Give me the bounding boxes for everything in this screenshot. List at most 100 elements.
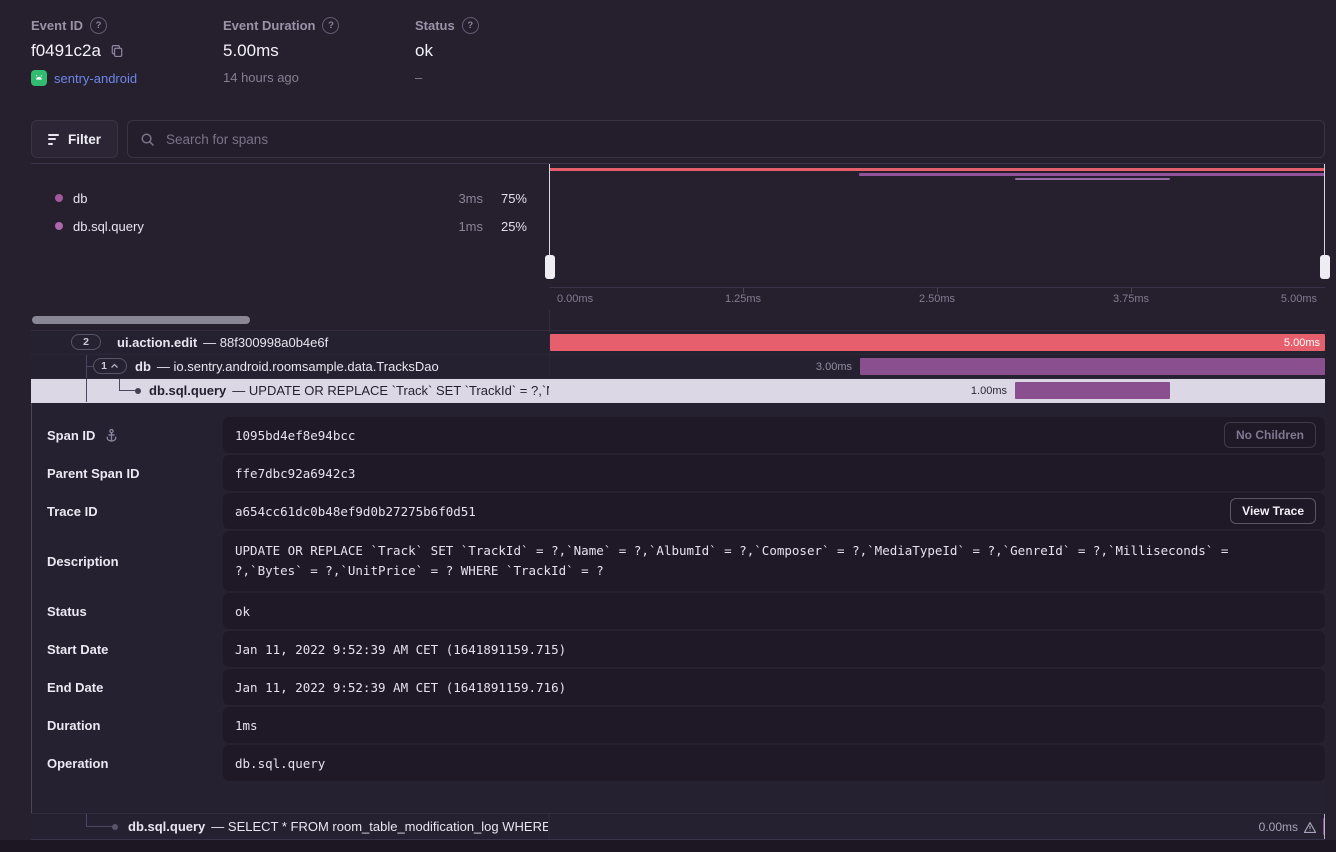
tree-guide-line	[86, 379, 87, 402]
parent-span-id-value: ffe7dbc92a6942c3	[235, 466, 355, 481]
chevron-up-icon	[110, 363, 119, 369]
children-count-pill[interactable]: 2	[71, 334, 101, 350]
span-op: db	[135, 359, 151, 374]
children-count-pill[interactable]: 1	[93, 358, 127, 374]
span-duration: 1.00ms	[971, 379, 1007, 403]
trace-panel: db 3ms 75% db.sql.query 1ms 25%	[31, 163, 1325, 840]
detail-row-parent-span-id: Parent Span ID ffe7dbc92a6942c3	[32, 455, 1325, 491]
help-icon[interactable]: ?	[90, 17, 107, 34]
detail-label: Parent Span ID	[47, 466, 139, 481]
end-date-value: Jan 11, 2022 9:52:39 AM CET (1641891159.…	[235, 680, 566, 695]
minimap-left-handle[interactable]	[549, 164, 550, 267]
detail-label: Duration	[47, 718, 100, 733]
event-id-label-row: Event ID ?	[31, 17, 223, 34]
anchor-icon[interactable]	[104, 428, 119, 443]
leaf-bullet	[112, 824, 118, 830]
leaf-bullet	[135, 388, 141, 394]
axis-label: 5.00ms	[1281, 293, 1317, 305]
detail-row-operation: Operation db.sql.query	[32, 745, 1325, 781]
status-sub: –	[415, 70, 422, 85]
scrollbar-thumb[interactable]	[32, 316, 250, 324]
drag-grip[interactable]	[545, 255, 555, 279]
search-input[interactable]	[164, 131, 1312, 148]
tree-scrollbar	[31, 310, 1325, 331]
span-description: — 88f300998a0b4e6f	[203, 335, 328, 350]
span-bar	[860, 358, 1325, 375]
detail-label: Span ID	[47, 428, 95, 443]
time-axis: 0.00ms 1.25ms 2.50ms 3.75ms 5.00ms	[549, 287, 1325, 310]
pane-divider	[549, 310, 550, 330]
operation-value: db.sql.query	[235, 756, 325, 771]
span-op: ui.action.edit	[117, 335, 197, 350]
span-duration: 3.00ms	[816, 355, 852, 379]
detail-row-span-id: Span ID 1095bd4ef8e94bcc No Children	[32, 417, 1325, 453]
detail-label: Start Date	[47, 642, 108, 657]
event-duration-label: Event Duration	[223, 18, 315, 33]
detail-label: Description	[47, 554, 119, 569]
span-row-db-sql-query-selected[interactable]: db.sql.query— UPDATE OR REPLACE `Track` …	[31, 379, 1325, 403]
operations-breakdown: db 3ms 75% db.sql.query 1ms 25%	[31, 164, 549, 310]
axis-label: 3.75ms	[1113, 293, 1149, 305]
legend-duration: 1ms	[435, 219, 483, 234]
filter-button[interactable]: Filter	[31, 120, 118, 158]
span-trace-view: Event ID ? f0491c2a	[0, 0, 1336, 852]
span-duration: 0.00ms	[1259, 820, 1298, 834]
start-date-value: Jan 11, 2022 9:52:39 AM CET (1641891159.…	[235, 642, 566, 657]
event-age: 14 hours ago	[223, 70, 299, 85]
span-bar	[1015, 382, 1170, 399]
span-row-db[interactable]: 1 db — io.sentry.android.roomsample.data.…	[31, 355, 1325, 379]
drag-grip[interactable]	[1320, 255, 1330, 279]
warning-icon	[1303, 821, 1317, 834]
search-icon	[140, 132, 155, 147]
minimap-span-line	[549, 168, 1325, 171]
view-trace-button[interactable]: View Trace	[1230, 498, 1316, 524]
detail-label: Trace ID	[47, 504, 98, 519]
event-id-label: Event ID	[31, 18, 83, 33]
duration-value: 1ms	[235, 718, 258, 733]
help-icon[interactable]: ?	[462, 17, 479, 34]
detail-row-status: Status ok	[32, 593, 1325, 629]
minimap-right-handle[interactable]	[1324, 164, 1325, 267]
legend-percent: 75%	[483, 191, 527, 206]
copy-icon[interactable]	[110, 44, 124, 58]
span-id-value: 1095bd4ef8e94bcc	[235, 428, 355, 443]
status-value: ok	[415, 41, 433, 61]
event-header: Event ID ? f0491c2a	[31, 17, 607, 86]
span-details-panel: Span ID 1095bd4ef8e94bcc No Children Par…	[31, 403, 1325, 813]
span-toolbar: Filter	[31, 120, 1325, 158]
detail-label: Status	[47, 604, 87, 619]
event-duration-value: 5.00ms	[223, 41, 279, 61]
minimap-canvas	[549, 164, 1325, 288]
span-op: db.sql.query	[128, 819, 205, 834]
trace-minimap[interactable]: 0.00ms 1.25ms 2.50ms 3.75ms 5.00ms	[549, 164, 1325, 310]
project-link[interactable]: sentry-android	[54, 71, 137, 86]
span-search-box	[127, 120, 1325, 158]
detail-label: End Date	[47, 680, 103, 695]
minimap-span-line	[1015, 178, 1170, 180]
detail-row-end-date: End Date Jan 11, 2022 9:52:39 AM CET (16…	[32, 669, 1325, 705]
legend-row-db[interactable]: db 3ms 75%	[31, 184, 549, 212]
timeline-cursor-line	[1324, 814, 1325, 839]
span-row-ui-action-edit[interactable]: 2 ui.action.edit — 88f300998a0b4e6f 5.00m…	[31, 331, 1325, 355]
event-duration-column: Event Duration ? 5.00ms 14 hours ago	[223, 17, 415, 86]
span-waterfall: 2 ui.action.edit — 88f300998a0b4e6f 5.00m…	[31, 331, 1325, 403]
status-detail-value: ok	[235, 604, 250, 619]
span-duration: 5.00ms	[1284, 334, 1320, 352]
legend-row-db-sql-query[interactable]: db.sql.query 1ms 25%	[31, 212, 549, 240]
span-description: — io.sentry.android.roomsample.data.Trac…	[157, 359, 439, 374]
detail-row-duration: Duration 1ms	[32, 707, 1325, 743]
no-children-button[interactable]: No Children	[1224, 422, 1316, 448]
span-bar: 5.00ms	[550, 334, 1325, 351]
detail-row-description: Description UPDATE OR REPLACE `Track` SE…	[32, 531, 1325, 591]
status-column: Status ? ok –	[415, 17, 607, 86]
axis-label: 2.50ms	[919, 293, 955, 305]
android-platform-icon	[31, 70, 47, 86]
legend-percent: 25%	[483, 219, 527, 234]
op-color-dot	[55, 222, 63, 230]
span-row-db-sql-query-select[interactable]: db.sql.query— SELECT * FROM room_table_m…	[31, 813, 1325, 839]
minimap-span-line	[859, 173, 1325, 176]
help-icon[interactable]: ?	[322, 17, 339, 34]
tree-connector	[86, 826, 112, 827]
axis-label: 0.00ms	[557, 293, 593, 305]
description-value: UPDATE OR REPLACE `Track` SET `TrackId` …	[235, 541, 1301, 581]
